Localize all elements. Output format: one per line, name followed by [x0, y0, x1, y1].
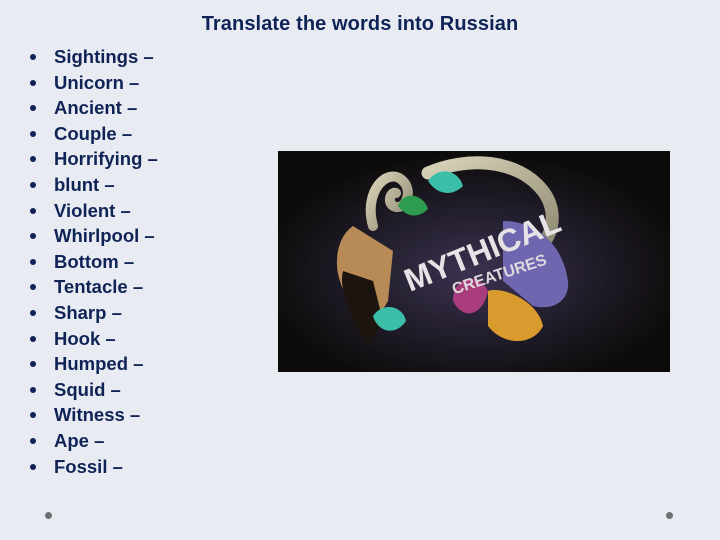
- list-item: Couple –: [28, 121, 158, 147]
- word-label: Witness –: [54, 404, 141, 426]
- word-label: Squid –: [54, 378, 121, 400]
- word-label: Whirlpool –: [54, 225, 155, 247]
- word-label: Ancient –: [54, 97, 138, 119]
- list-item: Ape –: [28, 428, 158, 454]
- list-item: Bottom –: [28, 249, 158, 275]
- bullet-icon: [30, 335, 36, 342]
- list-item: Whirlpool –: [28, 223, 158, 249]
- word-label: Hook –: [54, 327, 116, 349]
- word-label: Sharp –: [54, 301, 122, 323]
- word-label: Ape –: [54, 429, 105, 451]
- bullet-icon: [30, 258, 36, 265]
- bullet-icon: [30, 233, 36, 240]
- bullet-icon: [30, 309, 36, 316]
- word-label: Sightings –: [54, 46, 154, 67]
- word-label: Couple –: [54, 122, 133, 144]
- bullet-icon: [30, 130, 36, 137]
- word-label: Tentacle –: [54, 276, 144, 298]
- list-item: Witness –: [28, 402, 158, 428]
- bullet-icon: [30, 437, 36, 444]
- list-item: Fossil –: [28, 454, 158, 480]
- vocabulary-list: Sightings – Unicorn – Ancient – Couple –…: [28, 44, 158, 479]
- word-label: Bottom –: [54, 250, 135, 272]
- artwork-svg: MYTHICAL CREATURES: [278, 151, 670, 372]
- mythical-creatures-image: MYTHICAL CREATURES: [278, 151, 670, 372]
- list-item: Tentacle –: [28, 274, 158, 300]
- list-item: Sightings –: [28, 44, 158, 70]
- list-item: Sharp –: [28, 300, 158, 326]
- bullet-icon: [30, 181, 36, 188]
- bullet-icon: [30, 361, 36, 368]
- list-item: Hook –: [28, 326, 158, 352]
- bullet-icon: [30, 463, 36, 470]
- word-label: Fossil –: [54, 455, 123, 477]
- bullet-icon: [30, 386, 36, 393]
- slide-title: Translate the words into Russian: [201, 13, 519, 35]
- bullet-icon: [30, 284, 36, 291]
- list-item: Humped –: [28, 351, 158, 377]
- word-label: Violent –: [54, 199, 131, 221]
- bullet-icon: [30, 54, 36, 60]
- corner-dot-right: [666, 512, 673, 519]
- bullet-icon: [30, 79, 36, 86]
- bullet-icon: [30, 412, 36, 419]
- word-label: blunt –: [54, 173, 115, 195]
- word-label: Unicorn –: [54, 71, 140, 93]
- list-item: blunt –: [28, 172, 158, 198]
- bullet-icon: [30, 105, 36, 112]
- list-item: Squid –: [28, 377, 158, 403]
- word-label: Horrifying –: [54, 148, 158, 170]
- list-item: Violent –: [28, 198, 158, 224]
- bullet-icon: [30, 156, 36, 163]
- word-label: Humped –: [54, 353, 144, 375]
- list-item: Unicorn –: [28, 70, 158, 96]
- bullet-icon: [30, 207, 36, 214]
- corner-dot-left: [45, 512, 52, 519]
- list-item: Ancient –: [28, 95, 158, 121]
- list-item: Horrifying –: [28, 146, 158, 172]
